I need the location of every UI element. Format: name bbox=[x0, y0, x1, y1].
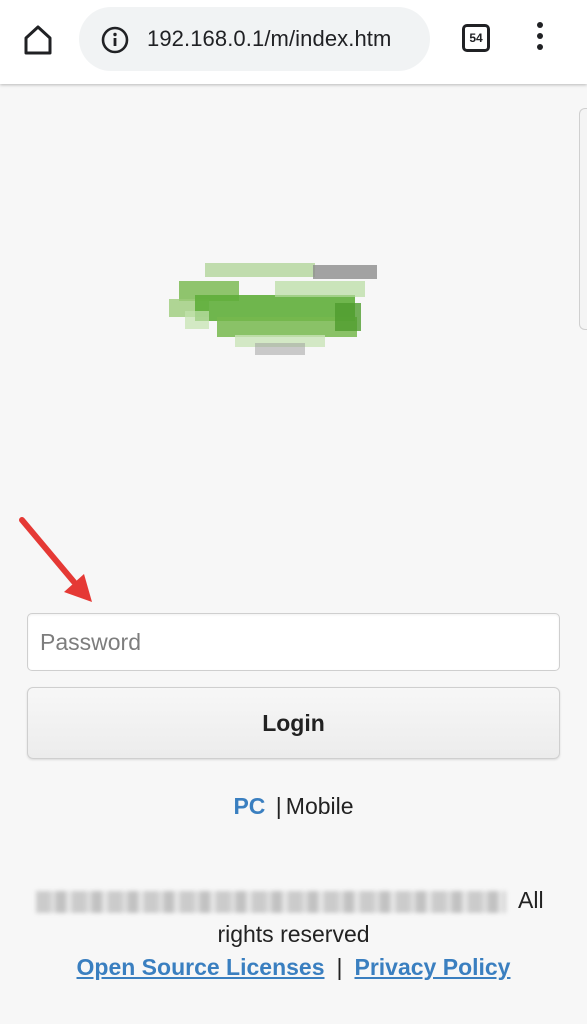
open-source-licenses-link[interactable]: Open Source Licenses bbox=[77, 954, 325, 980]
info-icon[interactable] bbox=[101, 26, 129, 54]
router-logo bbox=[165, 255, 385, 365]
home-icon[interactable] bbox=[18, 20, 58, 60]
red-arrow-icon bbox=[12, 512, 102, 608]
url-text[interactable]: 192.168.0.1/m/index.htm bbox=[147, 26, 391, 52]
pc-mode-link[interactable]: PC bbox=[233, 793, 265, 819]
footer-link-separator: | bbox=[336, 954, 343, 980]
address-bar[interactable]: 192.168.0.1/m/index.htm bbox=[79, 7, 430, 71]
blurred-copyright-text bbox=[36, 891, 506, 913]
copyright-line: All bbox=[36, 887, 556, 917]
mode-separator: | bbox=[275, 793, 282, 819]
login-button[interactable]: Login bbox=[27, 687, 560, 759]
view-mode-switch: PC | Mobile bbox=[0, 793, 587, 820]
footer-links: Open Source Licenses | Privacy Policy bbox=[0, 954, 587, 981]
privacy-policy-link[interactable]: Privacy Policy bbox=[354, 954, 510, 980]
copyright-all-text: All bbox=[518, 887, 544, 913]
browser-toolbar: 192.168.0.1/m/index.htm 54 bbox=[0, 0, 587, 84]
scroll-indicator bbox=[579, 108, 587, 330]
rights-reserved-text: rights reserved bbox=[217, 921, 370, 947]
tab-switcher-button[interactable]: 54 bbox=[462, 24, 490, 52]
more-options-icon[interactable] bbox=[530, 22, 550, 58]
mobile-mode-label: Mobile bbox=[285, 793, 354, 819]
password-input[interactable] bbox=[27, 613, 560, 671]
